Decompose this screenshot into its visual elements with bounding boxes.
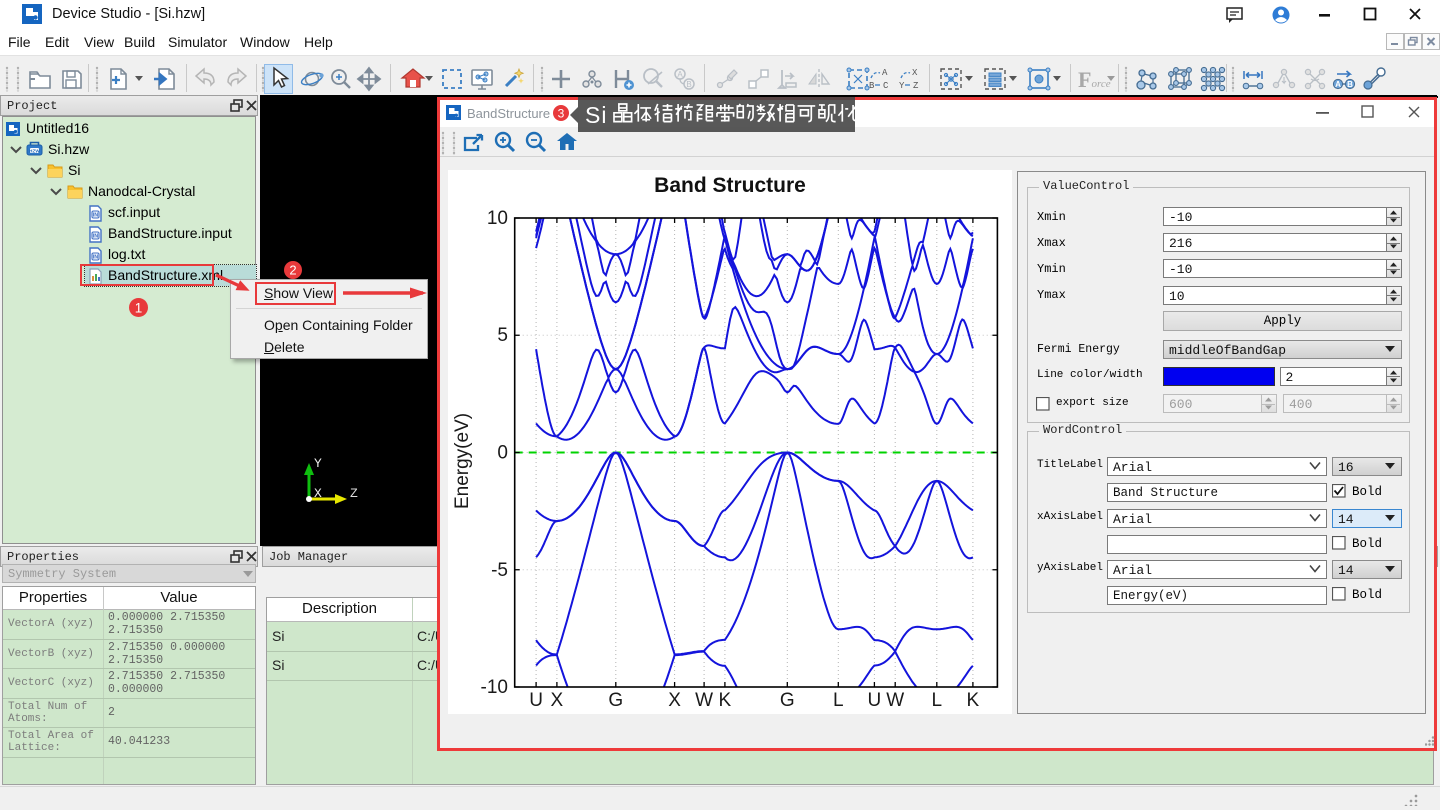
svg-text:G: G [780, 690, 795, 711]
svg-text:-10: -10 [481, 677, 508, 698]
svg-text:B: B [686, 80, 691, 89]
svg-text:L: L [833, 690, 844, 711]
svg-text:1: 1 [134, 300, 142, 315]
svg-text:-5: -5 [491, 560, 508, 581]
svg-text:3: 3 [558, 106, 565, 120]
svg-text:A: A [1335, 80, 1341, 89]
svg-text:U: U [868, 690, 882, 711]
svg-text:K: K [719, 690, 732, 711]
svg-text:A: A [882, 68, 888, 78]
svg-text:Z: Z [913, 81, 919, 91]
svg-text:B: B [1347, 80, 1353, 89]
svg-text:W: W [695, 690, 713, 711]
svg-text:L: L [932, 690, 943, 711]
svg-text:X: X [668, 690, 681, 711]
svg-text:Energy(eV): Energy(eV) [452, 413, 473, 509]
svg-text:5: 5 [497, 325, 508, 346]
svg-text:IN: IN [93, 212, 99, 218]
svg-text:G: G [608, 690, 623, 711]
svg-text:U: U [529, 690, 543, 711]
svg-text:C: C [883, 81, 889, 91]
svg-text:0: 0 [497, 443, 508, 464]
svg-text:K: K [967, 690, 980, 711]
svg-text:B: B [869, 81, 875, 91]
svg-text:Y: Y [899, 81, 905, 91]
svg-text:10: 10 [487, 208, 508, 229]
svg-text:IN: IN [93, 233, 99, 239]
svg-text:HZW: HZW [29, 148, 40, 154]
svg-text:Z: Z [350, 486, 358, 501]
svg-text:Band Structure: Band Structure [654, 174, 806, 197]
svg-text:2: 2 [289, 263, 296, 278]
svg-text:A: A [677, 70, 683, 79]
svg-text:IN: IN [93, 254, 99, 260]
svg-text:X: X [912, 68, 918, 78]
svg-text:X: X [314, 486, 322, 501]
svg-text:Y: Y [314, 456, 322, 471]
svg-text:X: X [551, 690, 564, 711]
svg-text:W: W [886, 690, 904, 711]
